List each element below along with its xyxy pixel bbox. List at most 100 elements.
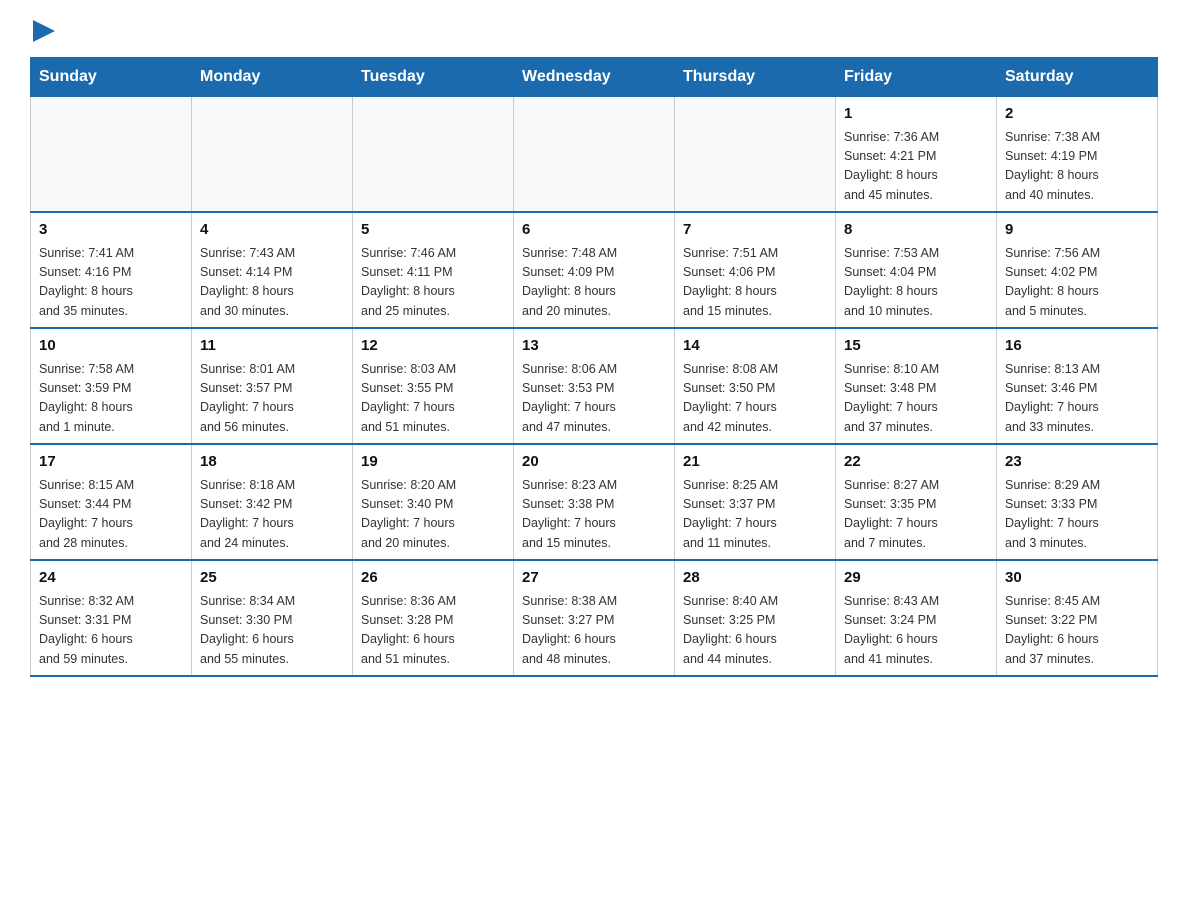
day-number: 26 bbox=[361, 567, 505, 590]
day-info: Sunrise: 8:27 AM Sunset: 3:35 PM Dayligh… bbox=[844, 476, 988, 554]
day-info: Sunrise: 8:38 AM Sunset: 3:27 PM Dayligh… bbox=[522, 592, 666, 670]
day-info: Sunrise: 8:34 AM Sunset: 3:30 PM Dayligh… bbox=[200, 592, 344, 670]
day-info: Sunrise: 7:46 AM Sunset: 4:11 PM Dayligh… bbox=[361, 244, 505, 322]
day-number: 5 bbox=[361, 219, 505, 242]
calendar-cell: 5Sunrise: 7:46 AM Sunset: 4:11 PM Daylig… bbox=[353, 212, 514, 328]
calendar-cell bbox=[353, 97, 514, 213]
calendar-cell: 6Sunrise: 7:48 AM Sunset: 4:09 PM Daylig… bbox=[514, 212, 675, 328]
weekday-header-saturday: Saturday bbox=[997, 58, 1158, 97]
calendar-cell: 26Sunrise: 8:36 AM Sunset: 3:28 PM Dayli… bbox=[353, 560, 514, 676]
calendar-cell: 1Sunrise: 7:36 AM Sunset: 4:21 PM Daylig… bbox=[836, 97, 997, 213]
calendar-cell: 25Sunrise: 8:34 AM Sunset: 3:30 PM Dayli… bbox=[192, 560, 353, 676]
calendar-cell bbox=[514, 97, 675, 213]
day-info: Sunrise: 7:56 AM Sunset: 4:02 PM Dayligh… bbox=[1005, 244, 1149, 322]
weekday-header-tuesday: Tuesday bbox=[353, 58, 514, 97]
day-number: 18 bbox=[200, 451, 344, 474]
day-number: 24 bbox=[39, 567, 183, 590]
calendar-cell: 3Sunrise: 7:41 AM Sunset: 4:16 PM Daylig… bbox=[31, 212, 192, 328]
day-number: 8 bbox=[844, 219, 988, 242]
weekday-header-wednesday: Wednesday bbox=[514, 58, 675, 97]
day-info: Sunrise: 8:43 AM Sunset: 3:24 PM Dayligh… bbox=[844, 592, 988, 670]
day-number: 17 bbox=[39, 451, 183, 474]
calendar-cell: 7Sunrise: 7:51 AM Sunset: 4:06 PM Daylig… bbox=[675, 212, 836, 328]
calendar-week-1: 1Sunrise: 7:36 AM Sunset: 4:21 PM Daylig… bbox=[31, 97, 1158, 213]
calendar-week-3: 10Sunrise: 7:58 AM Sunset: 3:59 PM Dayli… bbox=[31, 328, 1158, 444]
calendar-cell: 13Sunrise: 8:06 AM Sunset: 3:53 PM Dayli… bbox=[514, 328, 675, 444]
calendar-cell: 4Sunrise: 7:43 AM Sunset: 4:14 PM Daylig… bbox=[192, 212, 353, 328]
weekday-header-friday: Friday bbox=[836, 58, 997, 97]
day-info: Sunrise: 8:45 AM Sunset: 3:22 PM Dayligh… bbox=[1005, 592, 1149, 670]
calendar-cell bbox=[192, 97, 353, 213]
calendar-cell: 20Sunrise: 8:23 AM Sunset: 3:38 PM Dayli… bbox=[514, 444, 675, 560]
day-info: Sunrise: 7:41 AM Sunset: 4:16 PM Dayligh… bbox=[39, 244, 183, 322]
day-info: Sunrise: 8:25 AM Sunset: 3:37 PM Dayligh… bbox=[683, 476, 827, 554]
day-number: 10 bbox=[39, 335, 183, 358]
day-number: 2 bbox=[1005, 103, 1149, 126]
day-number: 21 bbox=[683, 451, 827, 474]
calendar-week-5: 24Sunrise: 8:32 AM Sunset: 3:31 PM Dayli… bbox=[31, 560, 1158, 676]
weekday-header-row: SundayMondayTuesdayWednesdayThursdayFrid… bbox=[31, 58, 1158, 97]
calendar-cell: 30Sunrise: 8:45 AM Sunset: 3:22 PM Dayli… bbox=[997, 560, 1158, 676]
day-info: Sunrise: 8:20 AM Sunset: 3:40 PM Dayligh… bbox=[361, 476, 505, 554]
day-info: Sunrise: 8:03 AM Sunset: 3:55 PM Dayligh… bbox=[361, 360, 505, 438]
day-info: Sunrise: 7:51 AM Sunset: 4:06 PM Dayligh… bbox=[683, 244, 827, 322]
calendar-cell: 15Sunrise: 8:10 AM Sunset: 3:48 PM Dayli… bbox=[836, 328, 997, 444]
calendar-cell: 16Sunrise: 8:13 AM Sunset: 3:46 PM Dayli… bbox=[997, 328, 1158, 444]
calendar-cell: 2Sunrise: 7:38 AM Sunset: 4:19 PM Daylig… bbox=[997, 97, 1158, 213]
logo bbox=[30, 20, 55, 47]
calendar-cell: 23Sunrise: 8:29 AM Sunset: 3:33 PM Dayli… bbox=[997, 444, 1158, 560]
day-number: 19 bbox=[361, 451, 505, 474]
day-info: Sunrise: 8:01 AM Sunset: 3:57 PM Dayligh… bbox=[200, 360, 344, 438]
calendar-cell: 27Sunrise: 8:38 AM Sunset: 3:27 PM Dayli… bbox=[514, 560, 675, 676]
day-number: 15 bbox=[844, 335, 988, 358]
calendar-cell: 9Sunrise: 7:56 AM Sunset: 4:02 PM Daylig… bbox=[997, 212, 1158, 328]
calendar-body: 1Sunrise: 7:36 AM Sunset: 4:21 PM Daylig… bbox=[31, 97, 1158, 677]
weekday-header-thursday: Thursday bbox=[675, 58, 836, 97]
calendar-cell: 8Sunrise: 7:53 AM Sunset: 4:04 PM Daylig… bbox=[836, 212, 997, 328]
day-info: Sunrise: 7:53 AM Sunset: 4:04 PM Dayligh… bbox=[844, 244, 988, 322]
day-info: Sunrise: 8:15 AM Sunset: 3:44 PM Dayligh… bbox=[39, 476, 183, 554]
day-number: 30 bbox=[1005, 567, 1149, 590]
calendar-table: SundayMondayTuesdayWednesdayThursdayFrid… bbox=[30, 57, 1158, 677]
calendar-cell: 14Sunrise: 8:08 AM Sunset: 3:50 PM Dayli… bbox=[675, 328, 836, 444]
calendar-week-2: 3Sunrise: 7:41 AM Sunset: 4:16 PM Daylig… bbox=[31, 212, 1158, 328]
day-number: 14 bbox=[683, 335, 827, 358]
day-info: Sunrise: 7:58 AM Sunset: 3:59 PM Dayligh… bbox=[39, 360, 183, 438]
day-number: 16 bbox=[1005, 335, 1149, 358]
calendar-cell: 24Sunrise: 8:32 AM Sunset: 3:31 PM Dayli… bbox=[31, 560, 192, 676]
day-info: Sunrise: 8:36 AM Sunset: 3:28 PM Dayligh… bbox=[361, 592, 505, 670]
day-number: 9 bbox=[1005, 219, 1149, 242]
day-number: 4 bbox=[200, 219, 344, 242]
calendar-cell bbox=[675, 97, 836, 213]
day-info: Sunrise: 8:08 AM Sunset: 3:50 PM Dayligh… bbox=[683, 360, 827, 438]
logo-triangle-icon bbox=[33, 20, 55, 42]
calendar-cell: 10Sunrise: 7:58 AM Sunset: 3:59 PM Dayli… bbox=[31, 328, 192, 444]
weekday-header-sunday: Sunday bbox=[31, 58, 192, 97]
day-number: 20 bbox=[522, 451, 666, 474]
calendar-cell: 18Sunrise: 8:18 AM Sunset: 3:42 PM Dayli… bbox=[192, 444, 353, 560]
day-number: 29 bbox=[844, 567, 988, 590]
calendar-cell: 29Sunrise: 8:43 AM Sunset: 3:24 PM Dayli… bbox=[836, 560, 997, 676]
day-info: Sunrise: 8:18 AM Sunset: 3:42 PM Dayligh… bbox=[200, 476, 344, 554]
day-info: Sunrise: 8:06 AM Sunset: 3:53 PM Dayligh… bbox=[522, 360, 666, 438]
day-info: Sunrise: 8:29 AM Sunset: 3:33 PM Dayligh… bbox=[1005, 476, 1149, 554]
day-number: 22 bbox=[844, 451, 988, 474]
day-info: Sunrise: 8:40 AM Sunset: 3:25 PM Dayligh… bbox=[683, 592, 827, 670]
calendar-header: SundayMondayTuesdayWednesdayThursdayFrid… bbox=[31, 58, 1158, 97]
day-info: Sunrise: 7:48 AM Sunset: 4:09 PM Dayligh… bbox=[522, 244, 666, 322]
day-info: Sunrise: 8:23 AM Sunset: 3:38 PM Dayligh… bbox=[522, 476, 666, 554]
day-info: Sunrise: 7:36 AM Sunset: 4:21 PM Dayligh… bbox=[844, 128, 988, 206]
day-info: Sunrise: 8:10 AM Sunset: 3:48 PM Dayligh… bbox=[844, 360, 988, 438]
weekday-header-monday: Monday bbox=[192, 58, 353, 97]
calendar-cell: 11Sunrise: 8:01 AM Sunset: 3:57 PM Dayli… bbox=[192, 328, 353, 444]
calendar-cell: 19Sunrise: 8:20 AM Sunset: 3:40 PM Dayli… bbox=[353, 444, 514, 560]
page-header bbox=[30, 20, 1158, 47]
day-number: 23 bbox=[1005, 451, 1149, 474]
day-number: 3 bbox=[39, 219, 183, 242]
day-info: Sunrise: 7:43 AM Sunset: 4:14 PM Dayligh… bbox=[200, 244, 344, 322]
day-number: 13 bbox=[522, 335, 666, 358]
calendar-cell: 28Sunrise: 8:40 AM Sunset: 3:25 PM Dayli… bbox=[675, 560, 836, 676]
day-number: 28 bbox=[683, 567, 827, 590]
calendar-cell: 17Sunrise: 8:15 AM Sunset: 3:44 PM Dayli… bbox=[31, 444, 192, 560]
day-number: 25 bbox=[200, 567, 344, 590]
